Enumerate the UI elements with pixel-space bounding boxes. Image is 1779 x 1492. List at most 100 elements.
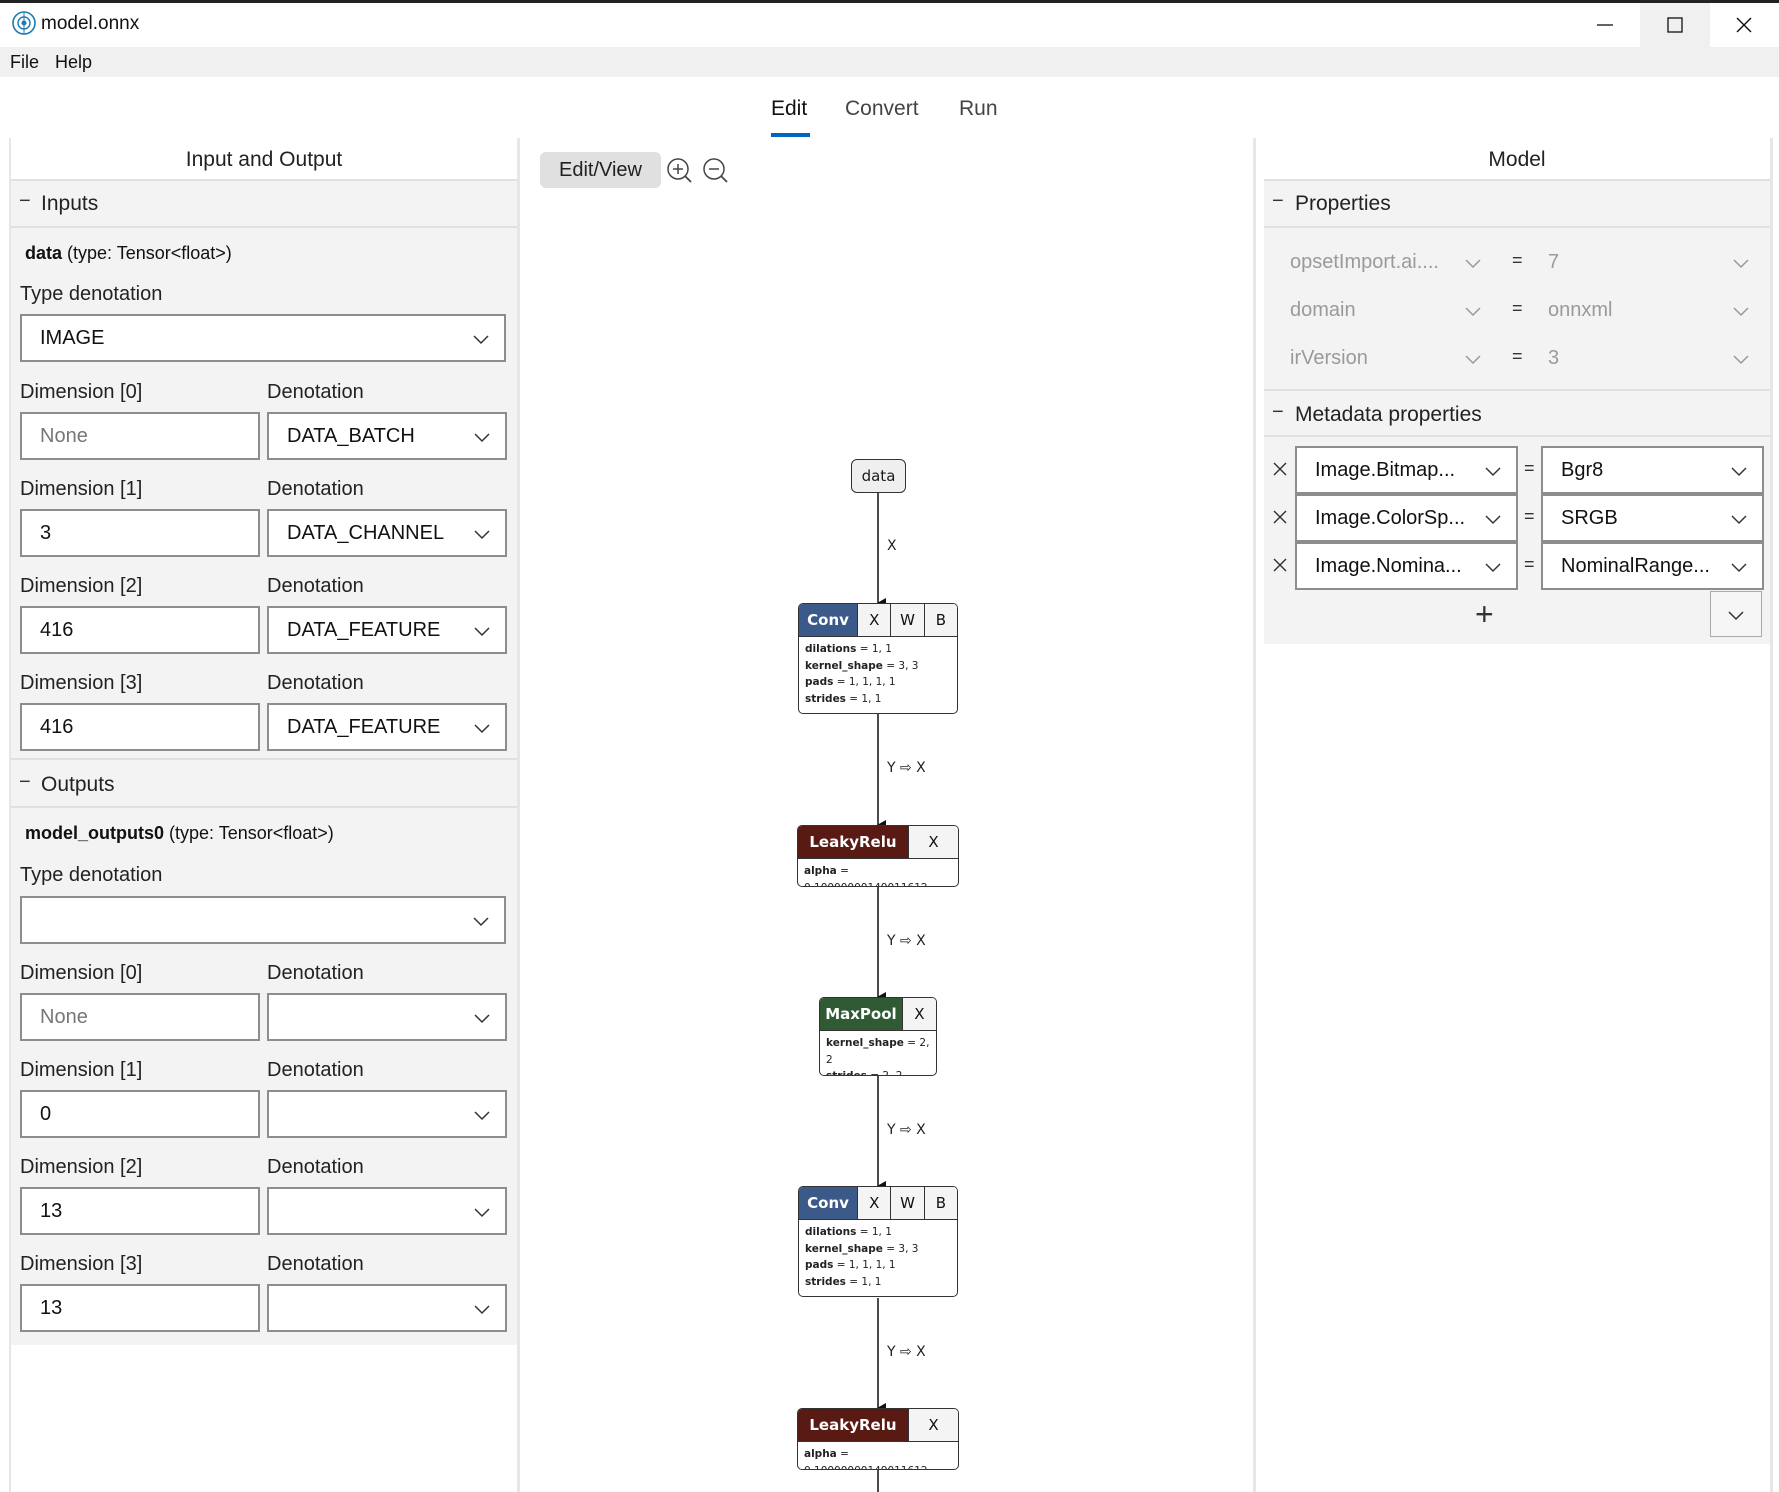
properties-header: Properties bbox=[1295, 192, 1391, 215]
input-type-denotation-select[interactable]: IMAGE bbox=[20, 314, 506, 362]
tab-run[interactable]: Run bbox=[959, 97, 998, 121]
dimension-input[interactable]: 13 bbox=[20, 1284, 260, 1332]
chevron-down-icon bbox=[1731, 515, 1747, 525]
graph-node-leakyrelu[interactable]: LeakyReluXalpha = 0.10000000149011612 bbox=[797, 825, 959, 887]
denotation-select[interactable] bbox=[267, 1284, 507, 1332]
dimension-input[interactable]: None bbox=[20, 412, 260, 460]
dimension-input[interactable]: 3 bbox=[20, 509, 260, 557]
edge-label: Y ⇨ X bbox=[887, 1122, 926, 1138]
collapse-icon[interactable]: − bbox=[1272, 190, 1284, 213]
dimension-value: 13 bbox=[40, 1199, 63, 1222]
maximize-button[interactable] bbox=[1640, 3, 1710, 47]
collapse-icon[interactable]: − bbox=[1272, 401, 1284, 424]
attr-key: strides bbox=[826, 1070, 867, 1076]
node-port[interactable]: X bbox=[907, 826, 958, 858]
metadata-value-select[interactable]: Bgr8 bbox=[1541, 446, 1764, 494]
denotation-select[interactable]: DATA_FEATURE bbox=[267, 703, 507, 751]
property-key-select[interactable]: irVersion bbox=[1266, 336, 1496, 380]
select-value: DATA_FEATURE bbox=[287, 618, 441, 641]
chevron-down-icon bbox=[1485, 563, 1501, 573]
node-port[interactable]: X bbox=[857, 1187, 891, 1219]
node-port[interactable]: B bbox=[923, 1187, 957, 1219]
metadata-value-select[interactable]: SRGB bbox=[1541, 494, 1764, 542]
divider bbox=[11, 758, 517, 760]
close-window-button[interactable] bbox=[1709, 3, 1779, 47]
node-attribute: kernel_shape = 2, 2 bbox=[826, 1037, 930, 1066]
graph-node-leakyrelu[interactable]: LeakyReluXalpha = 0.10000000149011612 bbox=[797, 1408, 959, 1470]
chevron-down-icon bbox=[1465, 307, 1481, 317]
dimension-label: Dimension [0] bbox=[20, 962, 143, 984]
node-attribute: strides = 1, 1 bbox=[805, 692, 882, 705]
right-splitter[interactable] bbox=[1253, 138, 1256, 1492]
node-port[interactable]: X bbox=[907, 1409, 958, 1441]
attr-value: 1, 1 bbox=[861, 1275, 882, 1288]
collapse-icon[interactable]: − bbox=[19, 190, 31, 213]
property-value: onnxml bbox=[1548, 298, 1613, 321]
denotation-label: Denotation bbox=[267, 672, 364, 694]
collapse-icon[interactable]: − bbox=[19, 771, 31, 794]
node-op-name: Conv bbox=[799, 604, 858, 636]
denotation-select[interactable]: DATA_BATCH bbox=[267, 412, 507, 460]
dimension-input[interactable]: 13 bbox=[20, 1187, 260, 1235]
metadata-options-button[interactable] bbox=[1710, 591, 1762, 637]
edge-label: X bbox=[887, 538, 897, 554]
attr-value: 1, 1 bbox=[861, 692, 882, 705]
denotation-select[interactable] bbox=[267, 993, 507, 1041]
chevron-down-icon bbox=[1485, 467, 1501, 477]
node-port[interactable]: X bbox=[857, 604, 891, 636]
dimension-input[interactable]: 416 bbox=[20, 703, 260, 751]
attr-key: dilations bbox=[805, 643, 857, 655]
node-port[interactable]: B bbox=[923, 604, 957, 636]
dimension-label: Dimension [2] bbox=[20, 1156, 143, 1178]
menu-help[interactable]: Help bbox=[55, 52, 92, 73]
attr-key: pads bbox=[805, 1259, 834, 1271]
property-value-select[interactable]: onnxml bbox=[1524, 288, 1764, 332]
output-type-denotation-select[interactable] bbox=[20, 896, 506, 944]
equals-sign: = bbox=[1512, 346, 1523, 366]
metadata-key-select[interactable]: Image.Nomina... bbox=[1295, 542, 1518, 590]
property-key: irVersion bbox=[1290, 346, 1368, 369]
graph-node-conv[interactable]: Conv X W Bdilations = 1, 1 kernel_shape = 3,… bbox=[798, 603, 958, 714]
property-value-select[interactable]: 3 bbox=[1524, 336, 1764, 380]
add-metadata-button[interactable]: + bbox=[1475, 598, 1494, 630]
dimension-value: 3 bbox=[40, 521, 52, 544]
metadata-key-select[interactable]: Image.ColorSp... bbox=[1295, 494, 1518, 542]
property-key-select[interactable]: opsetImport.ai.... bbox=[1266, 240, 1496, 284]
remove-metadata-icon[interactable] bbox=[1272, 509, 1288, 525]
graph-node-conv[interactable]: Conv X W Bdilations = 1, 1 kernel_shape = 3,… bbox=[798, 1186, 958, 1297]
denotation-select[interactable] bbox=[267, 1090, 507, 1138]
chevron-down-icon bbox=[473, 335, 489, 345]
minimize-button[interactable] bbox=[1570, 3, 1640, 47]
node-attribute: dilations = 1, 1 bbox=[805, 643, 892, 655]
dimension-input[interactable]: None bbox=[20, 993, 260, 1041]
node-attributes: alpha = 0.10000000149011612 bbox=[798, 1442, 958, 1470]
dimension-input[interactable]: 416 bbox=[20, 606, 260, 654]
graph-node-maxpool[interactable]: MaxPool Xkernel_shape = 2, 2 strides = 2, … bbox=[819, 997, 937, 1076]
node-port[interactable]: X bbox=[901, 998, 936, 1030]
menu-bar bbox=[0, 47, 1779, 77]
menu-file[interactable]: File bbox=[10, 52, 39, 73]
attr-value: 0.10000000149011612 bbox=[804, 1465, 928, 1470]
divider bbox=[1264, 389, 1770, 391]
denotation-select[interactable]: DATA_CHANNEL bbox=[267, 509, 507, 557]
denotation-select[interactable] bbox=[267, 1187, 507, 1235]
tab-edit[interactable]: Edit bbox=[771, 97, 807, 121]
graph-input-node[interactable]: data bbox=[851, 459, 906, 493]
close-icon bbox=[1736, 17, 1752, 33]
remove-metadata-icon[interactable] bbox=[1272, 461, 1288, 477]
left-panel-edge bbox=[9, 138, 11, 1492]
dimension-input[interactable]: 0 bbox=[20, 1090, 260, 1138]
metadata-value-select[interactable]: NominalRange... bbox=[1541, 542, 1764, 590]
denotation-select[interactable]: DATA_FEATURE bbox=[267, 606, 507, 654]
property-value-select[interactable]: 7 bbox=[1524, 240, 1764, 284]
node-port[interactable]: W bbox=[890, 604, 924, 636]
equals-sign: = bbox=[1512, 298, 1523, 318]
denotation-label: Denotation bbox=[267, 478, 364, 500]
edge-label: Y ⇨ X bbox=[887, 760, 926, 776]
remove-metadata-icon[interactable] bbox=[1272, 557, 1288, 573]
property-key-select[interactable]: domain bbox=[1266, 288, 1496, 332]
metadata-key-select[interactable]: Image.Bitmap... bbox=[1295, 446, 1518, 494]
attr-key: dilations bbox=[805, 1226, 857, 1238]
tab-convert[interactable]: Convert bbox=[845, 97, 919, 121]
node-port[interactable]: W bbox=[890, 1187, 924, 1219]
